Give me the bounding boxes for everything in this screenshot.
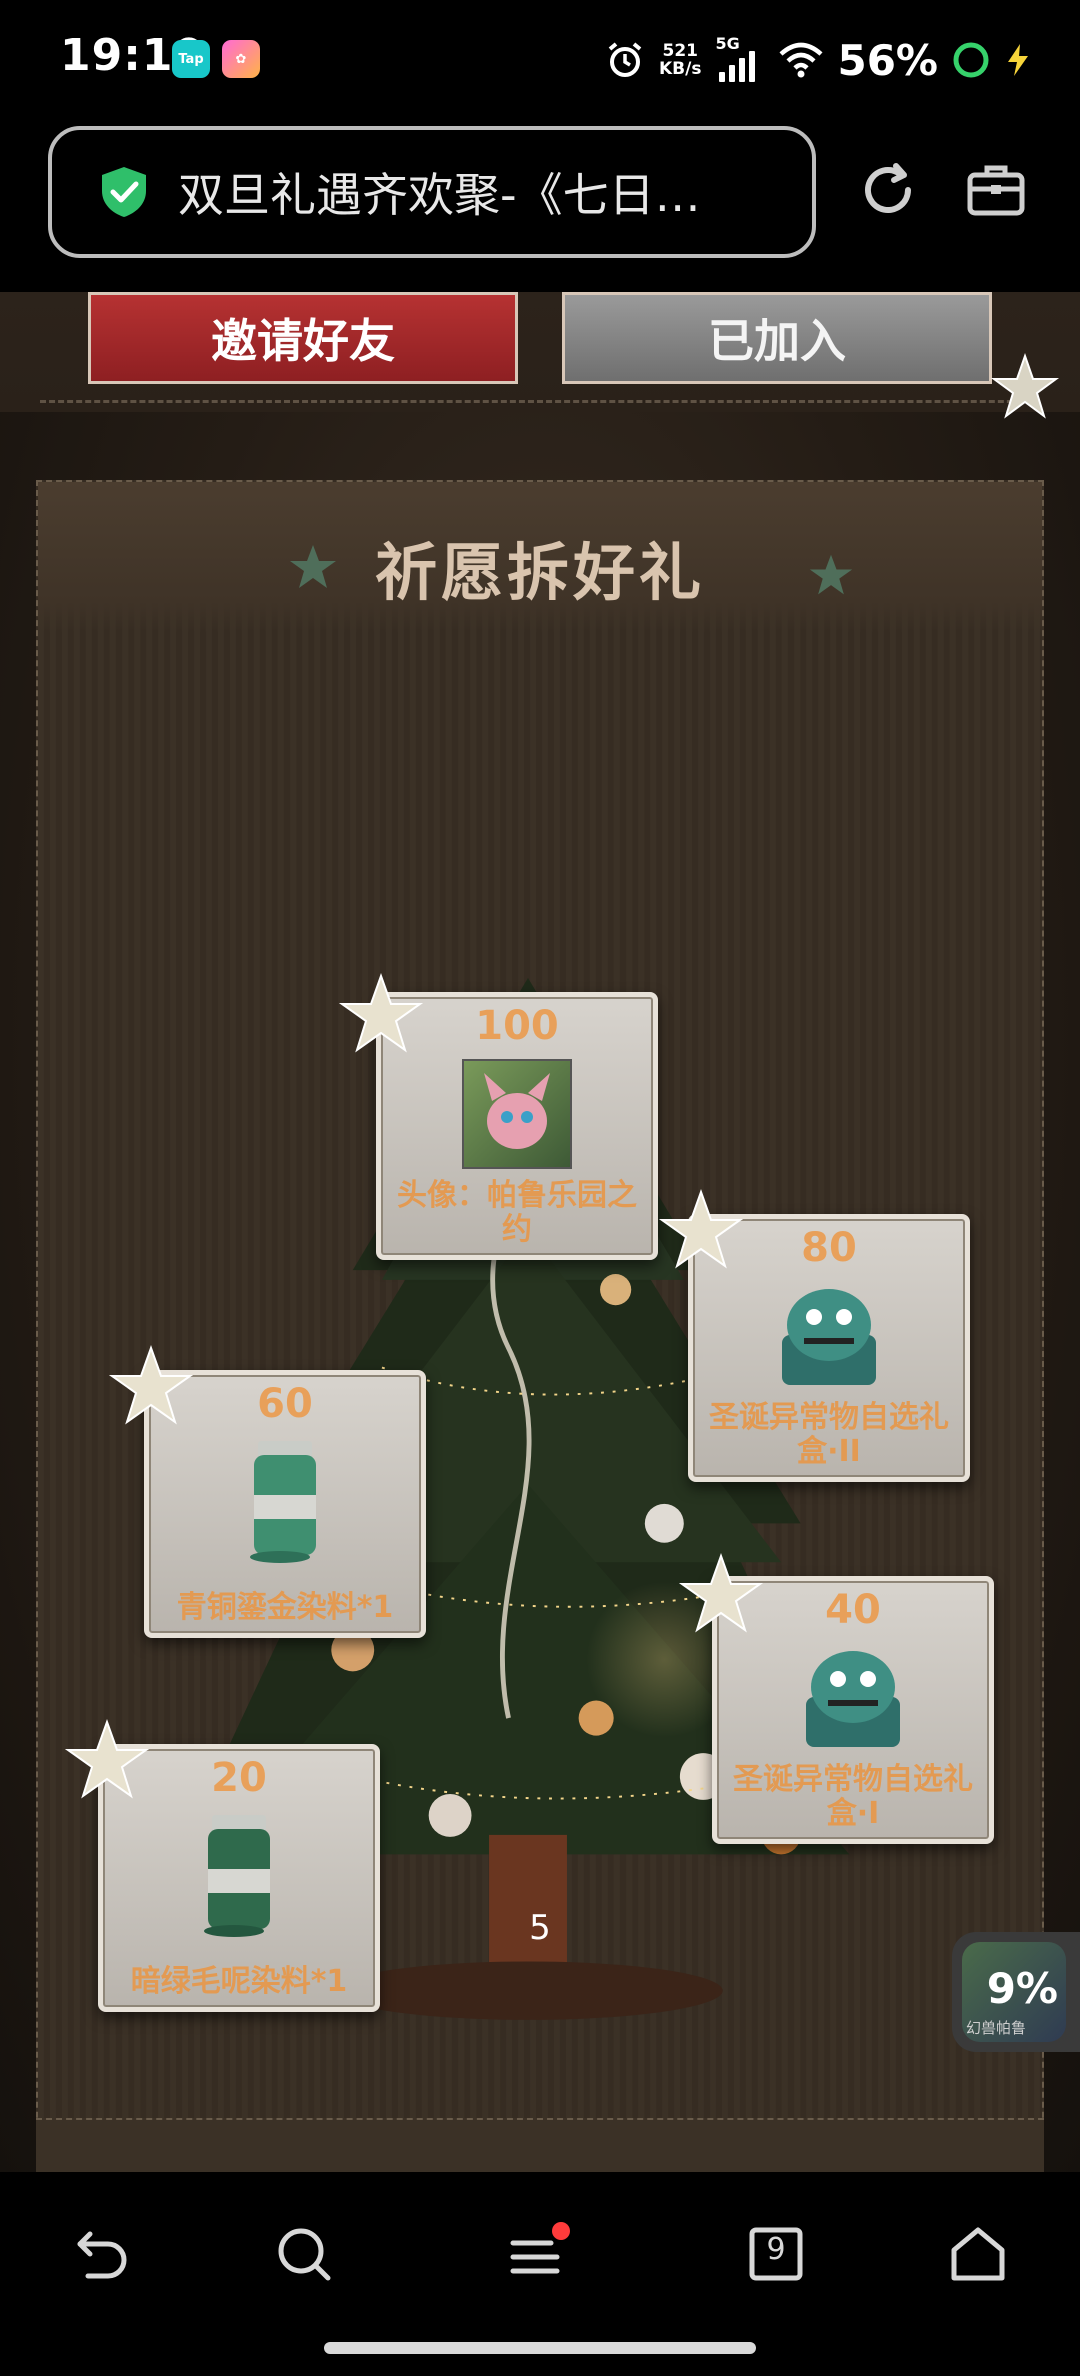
avatar-creature-image — [462, 1059, 572, 1169]
refresh-icon — [865, 163, 911, 213]
progress-percent: 9% — [986, 1964, 1058, 2013]
charging-bolt-icon — [1008, 44, 1028, 76]
menu-button[interactable] — [500, 2214, 580, 2294]
menu-icon — [510, 2222, 570, 2274]
gift-box-creature-image — [788, 1637, 918, 1757]
back-icon — [77, 2231, 127, 2279]
reward-label: 暗绿毛呢染料*1 — [130, 1964, 348, 1999]
star-decoration-icon — [678, 1553, 764, 1633]
wish-count: 5 — [529, 1908, 551, 1948]
tap-app-icon: Tap — [172, 40, 210, 78]
toolbox-button[interactable] — [956, 150, 1036, 230]
web-page: 邀请好友 已加入 祈愿拆好礼 100 头像：帕鲁乐园之约 80 圣诞异常物自选礼… — [0, 292, 1080, 2172]
net-speed-value: 521 — [662, 41, 698, 61]
wifi-icon — [779, 42, 823, 78]
net-speed: 521 KB/s — [659, 42, 701, 78]
home-icon — [951, 2227, 1005, 2281]
bottom-nav: 9 — [0, 2172, 1080, 2376]
invite-friends-button[interactable]: 邀请好友 — [88, 292, 518, 384]
shield-check-icon — [102, 167, 146, 217]
star-decoration-icon — [64, 1719, 150, 1799]
signal-icon: 5G — [715, 34, 765, 82]
search-button[interactable] — [264, 2214, 344, 2294]
divider — [40, 400, 1040, 403]
star-decoration-icon — [338, 973, 424, 1053]
status-bar: 19:10 Tap ✿ 521 KB/s 5G 56% — [0, 0, 1080, 120]
browser-bar: 双旦礼遇齐欢聚-《七日… — [0, 120, 1080, 292]
floating-game-widget[interactable]: 9% 幻兽帕鲁 — [952, 1932, 1080, 2052]
battery-percent: 56% — [837, 35, 938, 85]
toolbox-icon — [967, 165, 1025, 216]
home-indicator[interactable] — [324, 2342, 756, 2354]
flower-app-icon: ✿ — [222, 40, 260, 78]
gift-box-creature-image — [764, 1275, 894, 1395]
net-speed-unit: KB/s — [659, 59, 702, 79]
game-thumbnail: 9% 幻兽帕鲁 — [962, 1942, 1066, 2042]
star-decoration-icon — [108, 1345, 194, 1425]
game-caption: 幻兽帕鲁 — [966, 2019, 1027, 2037]
reward-label: 圣诞异常物自选礼盒·I — [733, 1762, 973, 1831]
back-button[interactable] — [62, 2214, 142, 2294]
search-icon — [278, 2228, 331, 2281]
star-decoration-icon — [658, 1189, 744, 1269]
tab-count: 9 — [766, 2232, 786, 2267]
section-title: 祈愿拆好礼 — [374, 536, 705, 609]
dye-jar-image — [240, 1435, 330, 1565]
reward-label: 圣诞异常物自选礼盒·II — [709, 1400, 949, 1469]
refresh-button[interactable] — [848, 150, 928, 230]
next-section-panel — [36, 2118, 1044, 2172]
home-button[interactable] — [938, 2214, 1018, 2294]
reward-label: 青铜鎏金染料*1 — [176, 1590, 394, 1625]
panel-header: 祈愿拆好礼 — [38, 482, 1042, 632]
star-decoration-icon — [990, 352, 1060, 419]
address-bar[interactable]: 双旦礼遇齐欢聚-《七日… — [48, 126, 816, 258]
tabs-button[interactable]: 9 — [736, 2214, 816, 2294]
alarm-icon — [608, 42, 642, 77]
reward-label: 头像：帕鲁乐园之约 — [397, 1178, 637, 1247]
screen: 19:10 Tap ✿ 521 KB/s 5G 56% 双旦礼遇齐欢聚-《七日…… — [0, 0, 1080, 2376]
status-right: 521 KB/s 5G 56% — [605, 30, 1032, 90]
battery-ring-icon — [953, 42, 989, 78]
page-title: 双旦礼遇齐欢聚-《七日… — [178, 168, 701, 222]
joined-button[interactable]: 已加入 — [562, 292, 992, 384]
